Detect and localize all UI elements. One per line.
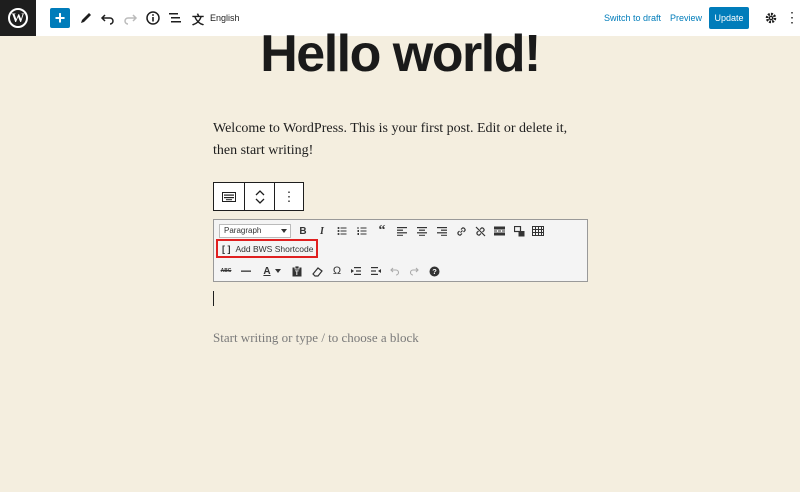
add-bws-shortcode-button[interactable]: [ ] Add BWS Shortcode <box>216 239 318 258</box>
svg-text:?: ? <box>432 267 437 276</box>
redo-icon[interactable] <box>407 264 421 278</box>
align-right-icon[interactable] <box>435 224 449 238</box>
text-color-dropdown-icon[interactable] <box>274 264 282 278</box>
more-options-icon[interactable]: ⋮ <box>785 9 799 25</box>
blockquote-icon[interactable]: “ <box>375 223 389 238</box>
move-block-button[interactable] <box>244 183 274 210</box>
fullscreen-icon[interactable] <box>512 224 526 238</box>
strikethrough-icon[interactable]: ABC <box>219 264 233 278</box>
chevron-up-down-icon <box>255 189 264 204</box>
paste-as-text-icon[interactable]: T <box>290 264 304 278</box>
toolbar-toggle-icon[interactable] <box>531 224 545 238</box>
bullet-list-icon[interactable] <box>335 224 349 238</box>
block-toolbar: ⋮ <box>213 182 304 211</box>
read-more-icon[interactable] <box>492 224 506 238</box>
more-vertical-icon: ⋮ <box>282 188 296 204</box>
classic-editor-block: Paragraph B I “ [ ] Add BWS Shortcode AB… <box>213 219 588 282</box>
text-color-icon[interactable]: A <box>259 264 275 278</box>
language-switcher[interactable]: English <box>210 13 240 23</box>
horizontal-line-icon[interactable] <box>239 264 253 278</box>
numbered-list-icon[interactable] <box>355 224 369 238</box>
clear-formatting-icon[interactable] <box>310 264 324 278</box>
outdent-icon[interactable] <box>349 264 363 278</box>
chevron-down-icon <box>281 229 287 233</box>
switch-to-draft-button[interactable]: Switch to draft <box>604 13 661 23</box>
align-left-icon[interactable] <box>395 224 409 238</box>
align-center-icon[interactable] <box>415 224 429 238</box>
keyboard-icon <box>222 191 236 202</box>
italic-icon[interactable]: I <box>315 224 329 238</box>
help-icon[interactable]: ? <box>427 264 441 278</box>
post-title[interactable]: Hello world! <box>0 24 800 84</box>
block-placeholder[interactable]: Start writing or type / to choose a bloc… <box>213 330 419 346</box>
add-bws-shortcode-label: Add BWS Shortcode <box>235 243 314 254</box>
undo-icon[interactable] <box>388 264 402 278</box>
format-select[interactable]: Paragraph <box>219 224 291 238</box>
shortcode-icon: [ ] <box>222 243 231 254</box>
gear-icon[interactable] <box>764 11 778 25</box>
preview-button[interactable]: Preview <box>670 13 702 23</box>
post-paragraph[interactable]: Welcome to WordPress. This is your first… <box>213 118 588 162</box>
block-type-button[interactable] <box>214 183 244 210</box>
bold-icon[interactable]: B <box>296 224 310 238</box>
text-cursor <box>213 291 214 306</box>
indent-icon[interactable] <box>369 264 383 278</box>
special-character-icon[interactable]: Ω <box>330 264 344 278</box>
svg-text:T: T <box>295 271 299 277</box>
unlink-icon[interactable] <box>473 224 487 238</box>
link-icon[interactable] <box>454 224 468 238</box>
block-options-button[interactable]: ⋮ <box>274 183 303 210</box>
format-select-value: Paragraph <box>224 226 262 235</box>
